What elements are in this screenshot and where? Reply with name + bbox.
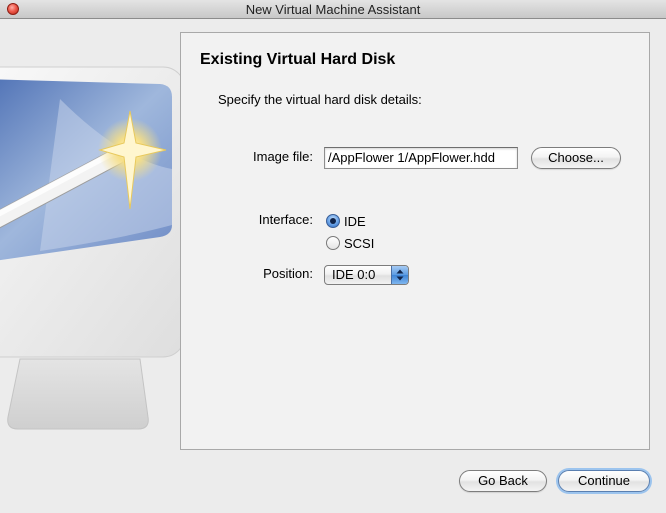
up-down-arrows-icon xyxy=(391,266,408,284)
position-popup[interactable]: IDE 0:0 xyxy=(324,265,409,285)
image-file-field[interactable]: /AppFlower 1/AppFlower.hdd xyxy=(324,147,518,169)
radio-selected-icon[interactable] xyxy=(326,214,340,228)
radio-unselected-icon[interactable] xyxy=(326,236,340,250)
image-file-value: /AppFlower 1/AppFlower.hdd xyxy=(328,150,495,165)
go-back-button[interactable]: Go Back xyxy=(459,470,547,492)
position-value: IDE 0:0 xyxy=(332,267,376,282)
position-label: Position: xyxy=(263,266,313,281)
title-bar: New Virtual Machine Assistant xyxy=(0,0,666,19)
radio-ide-label: IDE xyxy=(344,213,366,229)
radio-scsi[interactable]: SCSI xyxy=(326,235,374,251)
panel-subtitle: Specify the virtual hard disk details: xyxy=(218,92,422,107)
interface-label: Interface: xyxy=(258,212,313,227)
radio-ide[interactable]: IDE xyxy=(326,213,366,229)
continue-button[interactable]: Continue xyxy=(558,470,650,492)
panel-title: Existing Virtual Hard Disk xyxy=(200,51,396,68)
details-panel: Existing Virtual Hard Disk Specify the v… xyxy=(180,32,650,450)
window-title: New Virtual Machine Assistant xyxy=(245,2,421,17)
choose-button[interactable]: Choose... xyxy=(531,147,621,169)
image-file-label: Image file: xyxy=(253,149,313,164)
radio-scsi-label: SCSI xyxy=(344,235,375,251)
